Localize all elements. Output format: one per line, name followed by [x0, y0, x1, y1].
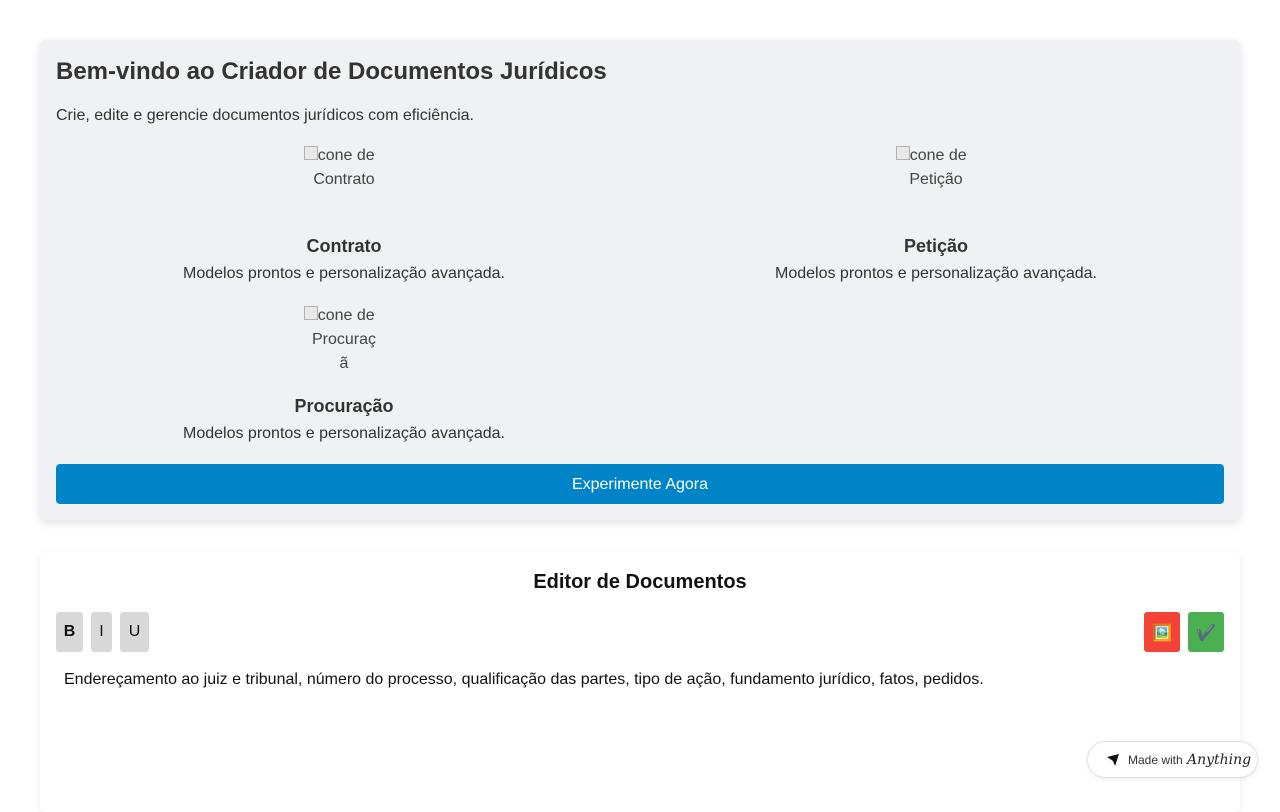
- card-procuracao[interactable]: Ícone de Procuraçã Procuração Modelos pr…: [48, 304, 640, 446]
- card-contrato[interactable]: Ícone de Contrato Contrato Modelos pront…: [48, 144, 640, 286]
- card-description: Modelos prontos e personalização avançad…: [775, 265, 1097, 282]
- welcome-title: Bem-vindo ao Criador de Documentos Juríd…: [56, 58, 607, 85]
- italic-button[interactable]: I: [91, 612, 112, 652]
- card-title: Contrato: [306, 236, 382, 256]
- image-icon: 🖼️: [1152, 622, 1172, 642]
- power-of-attorney-image: Ícone de Procuraçã: [304, 304, 384, 376]
- made-with-badge[interactable]: Made with Anything: [1087, 741, 1258, 778]
- card-peticao[interactable]: Ícone de Petição Petição Modelos prontos…: [640, 144, 1232, 286]
- card-title: Petição: [903, 236, 969, 256]
- broken-image-icon: [304, 146, 318, 160]
- try-now-button[interactable]: Experimente Agora: [56, 464, 1224, 504]
- welcome-panel: Bem-vindo ao Criador de Documentos Juríd…: [40, 40, 1240, 520]
- document-editor: Editor de Documentos B I U 🖼️ ✔️ Endereç…: [40, 552, 1240, 812]
- card-description: Modelos prontos e personalização avançad…: [183, 265, 505, 282]
- card-description: Modelos prontos e personalização avançad…: [183, 425, 505, 442]
- made-with-text: Made with: [1128, 753, 1183, 767]
- card-title: Procuração: [294, 396, 394, 416]
- insert-image-button[interactable]: 🖼️: [1144, 612, 1180, 652]
- editor-content[interactable]: Endereçamento ao juiz e tribunal, número…: [64, 668, 984, 692]
- underline-button[interactable]: U: [120, 612, 149, 652]
- anything-logo-icon: [1107, 754, 1119, 766]
- brand-name: Anything: [1187, 752, 1252, 768]
- bold-button[interactable]: B: [56, 612, 83, 652]
- broken-image-icon: [896, 146, 910, 160]
- confirm-button[interactable]: ✔️: [1188, 612, 1224, 652]
- broken-image-icon: [304, 306, 318, 320]
- petition-image: Ícone de Petição: [896, 144, 976, 216]
- editor-title: Editor de Documentos: [533, 571, 747, 593]
- contract-image: Ícone de Contrato: [304, 144, 384, 216]
- check-icon: ✔️: [1196, 622, 1216, 642]
- welcome-description: Crie, edite e gerencie documentos jurídi…: [56, 107, 474, 124]
